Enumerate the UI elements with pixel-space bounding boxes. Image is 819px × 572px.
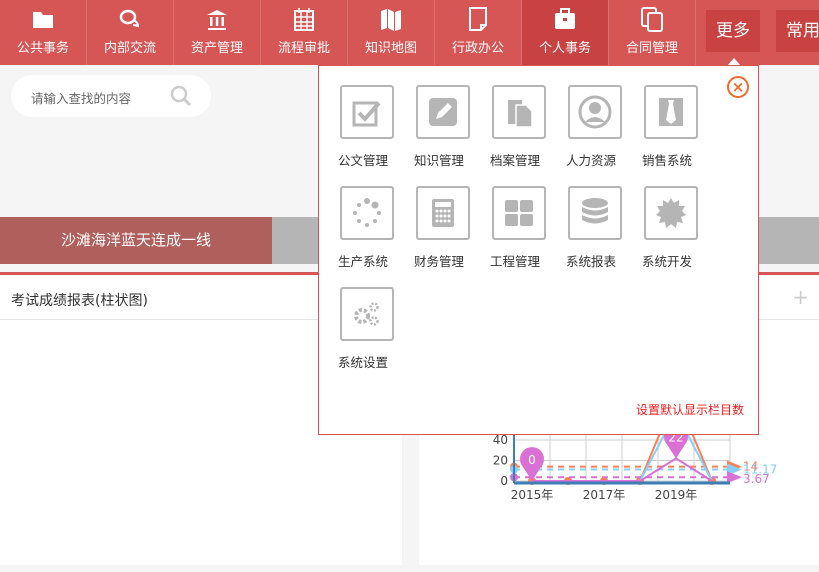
- app-label: 销售系统: [642, 153, 693, 168]
- pin-label: 0: [528, 453, 536, 467]
- files-icon: [508, 100, 533, 128]
- app-tile[interactable]: 生产系统: [338, 186, 408, 270]
- app-tile[interactable]: 工程管理: [490, 186, 560, 270]
- app-tile[interactable]: 系统设置: [338, 287, 408, 371]
- gears-icon: [354, 302, 379, 326]
- badge-icon: [656, 198, 686, 228]
- app-label: 系统开发: [642, 254, 693, 269]
- checkbox-icon: [352, 101, 381, 127]
- close-icon[interactable]: ×: [727, 76, 749, 98]
- app-tile[interactable]: 档案管理: [490, 85, 560, 169]
- x-tick-label: 2017年: [583, 488, 626, 502]
- x-tick-label: 2015年: [511, 488, 554, 502]
- app-label: 知识管理: [414, 153, 465, 168]
- app-tile[interactable]: 人力资源: [566, 85, 636, 169]
- pencil-icon: [429, 98, 457, 126]
- calculator-icon: [432, 199, 454, 227]
- app-tile[interactable]: 系统开发: [642, 186, 712, 270]
- y-tick-label: 0: [500, 474, 508, 488]
- set-default-columns-link[interactable]: 设置默认显示栏目数: [636, 401, 744, 418]
- app-tile[interactable]: 公文管理: [338, 85, 408, 169]
- mean-arrow: [727, 471, 742, 484]
- app-tile[interactable]: 知识管理: [414, 85, 484, 169]
- app-label: 人力资源: [566, 153, 617, 168]
- database-icon: [582, 198, 608, 224]
- y-tick-label: 40: [493, 433, 508, 447]
- app-label: 财务管理: [414, 254, 465, 269]
- x-tick-label: 2019年: [655, 488, 698, 502]
- app-tile[interactable]: 销售系统: [642, 85, 712, 169]
- app-label: 系统设置: [338, 355, 389, 370]
- app-tile[interactable]: 系统报表: [566, 186, 636, 270]
- app-label: 工程管理: [490, 254, 541, 269]
- user-icon: [578, 95, 612, 129]
- spinner-icon: [353, 198, 381, 227]
- tie-icon: [659, 98, 683, 126]
- app-tile[interactable]: 财务管理: [414, 186, 484, 270]
- y-tick-label: 20: [493, 454, 508, 468]
- app-label: 档案管理: [490, 153, 541, 168]
- app-label: 生产系统: [338, 254, 389, 269]
- app-label: 公文管理: [338, 153, 389, 168]
- grid-icon: [505, 200, 533, 226]
- mean-label: 3.67: [743, 472, 770, 486]
- app-label: 系统报表: [566, 254, 617, 269]
- more-popup: × 公文管理 知识管理 档案管理 人力资源 销售系统 生产系统 财务管理 工程管理 系统报表 系统…: [318, 65, 759, 435]
